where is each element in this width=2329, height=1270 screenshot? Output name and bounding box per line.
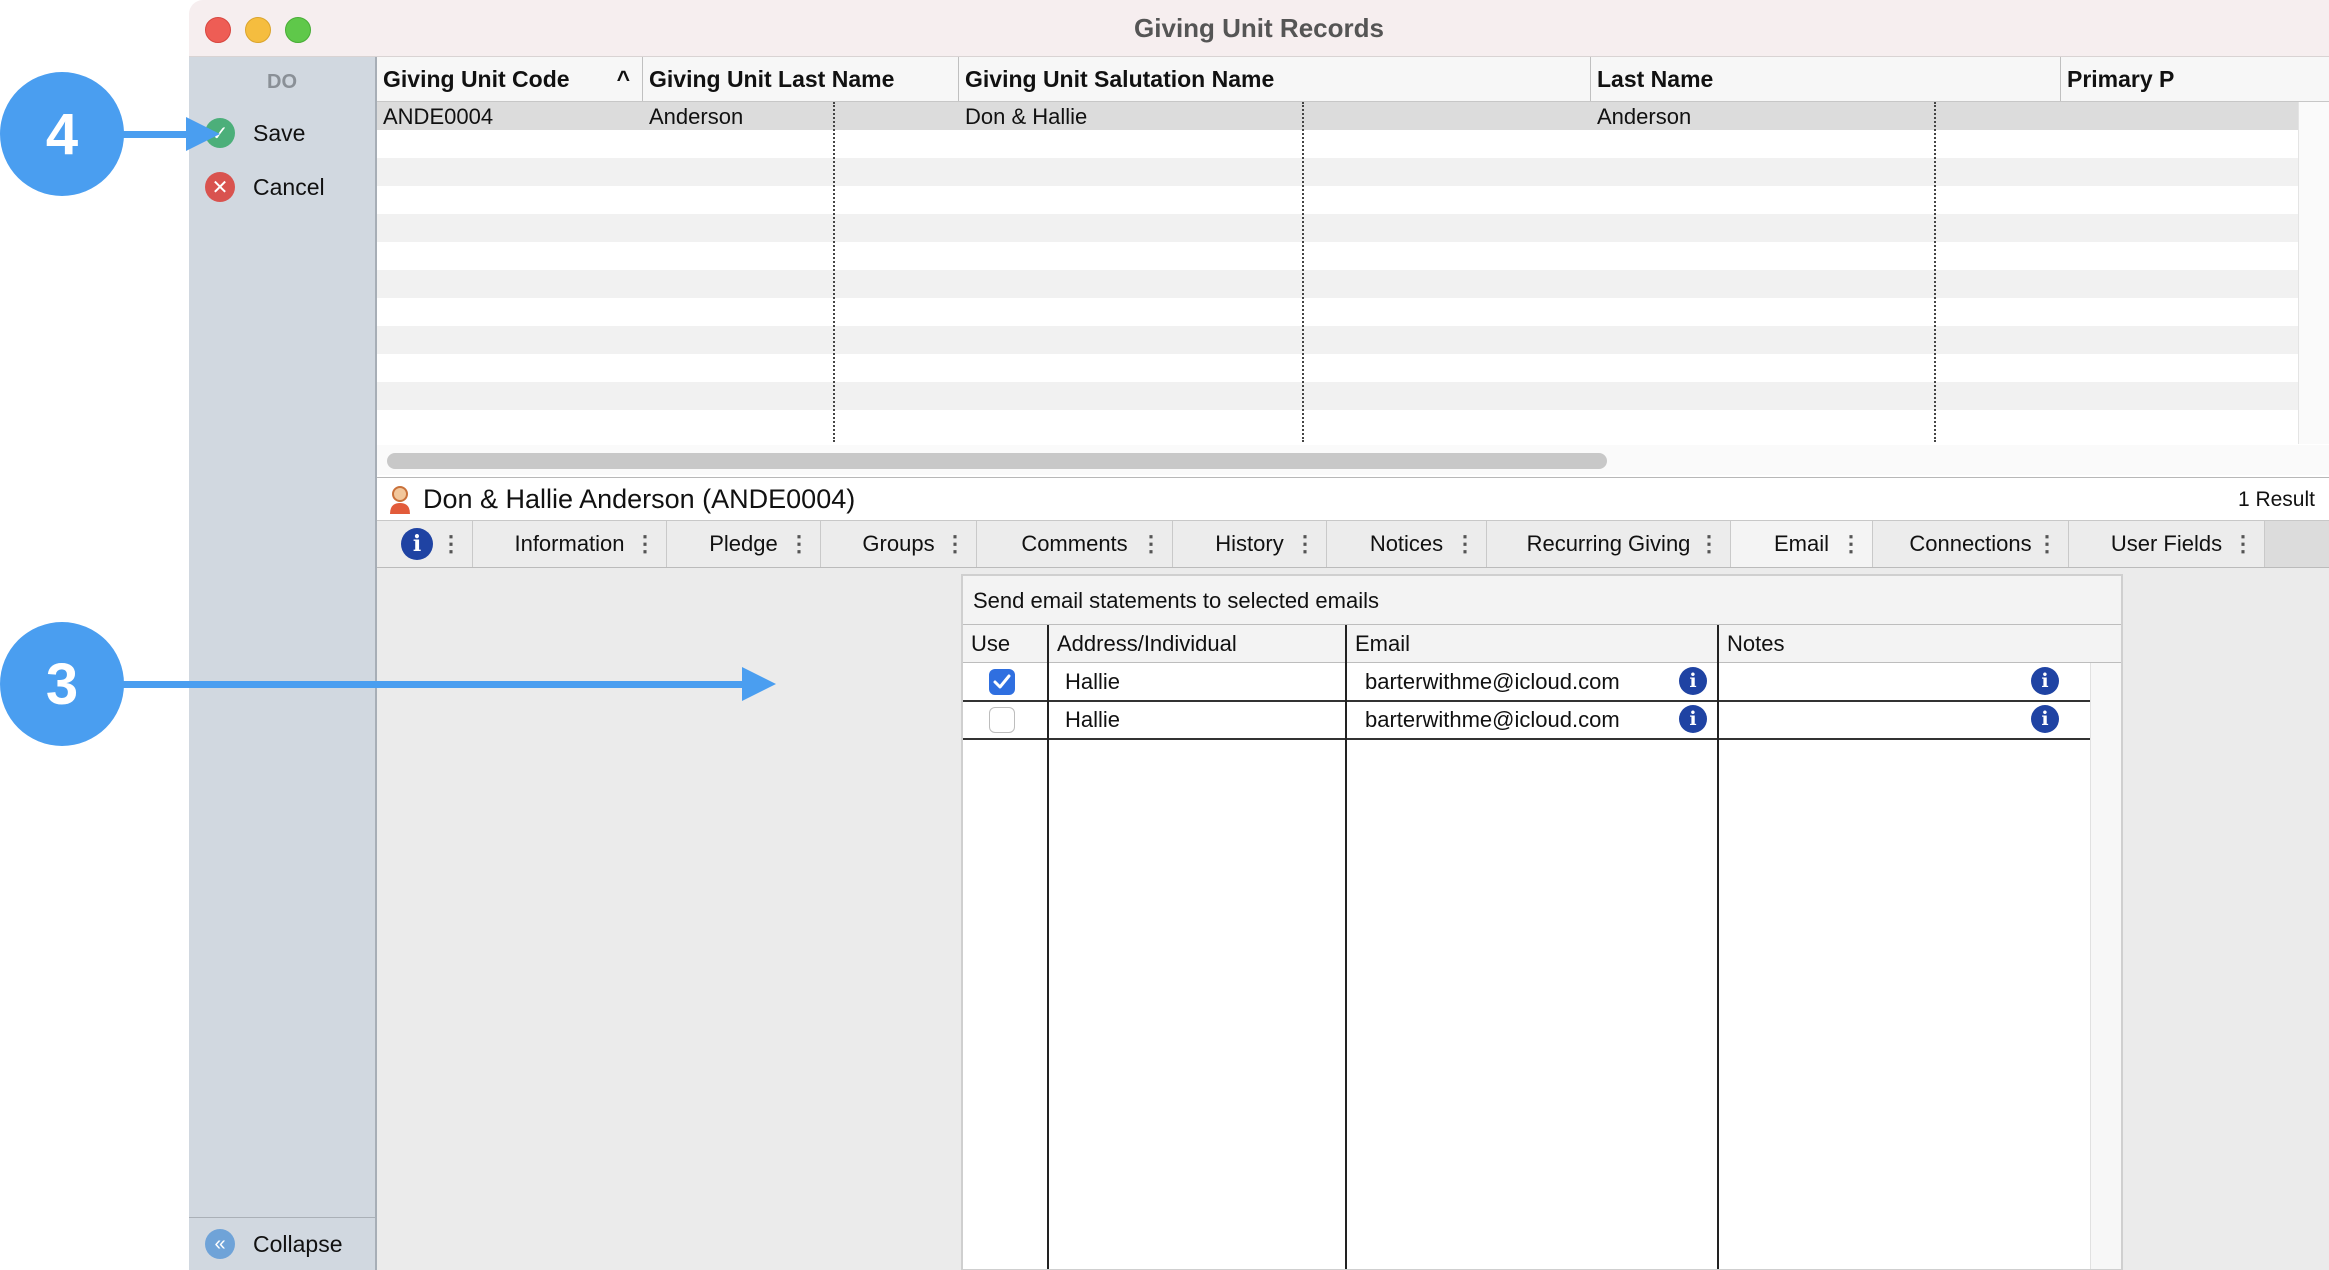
do-sidebar: DO ✓ Save ✕ Cancel « Collapse (189, 57, 377, 1270)
giving-units-grid: Giving Unit Code ^ Giving Unit Last Name… (377, 57, 2329, 479)
collapse-label: Collapse (253, 1230, 343, 1257)
window-title: Giving Unit Records (1134, 13, 1384, 43)
use-checkbox-unchecked[interactable] (989, 707, 1015, 733)
column-divider (833, 102, 835, 442)
tab-user-fields[interactable]: User Fields ⋮ (2069, 521, 2265, 567)
table-row[interactable]: ANDE0004 Anderson Don & Hallie Anderson (377, 102, 2329, 130)
tab-groups[interactable]: Groups ⋮ (821, 521, 977, 567)
cell-salutation: Don & Hallie (965, 104, 1088, 129)
save-label: Save (253, 119, 306, 146)
record-bar: Don & Hallie Anderson (ANDE0004) 1 Resul… (377, 478, 2329, 521)
tab-comments[interactable]: Comments ⋮ (977, 521, 1173, 567)
vertical-scrollbar[interactable] (2298, 102, 2329, 444)
email-tab-content: Send email statements to selected emails… (377, 568, 2329, 1270)
do-section-label: DO (267, 71, 297, 93)
close-icon: ✕ (205, 172, 235, 202)
email-info-icon[interactable]: i (1679, 667, 1707, 695)
title-bar: Giving Unit Records (189, 0, 2329, 57)
cell-last-name-2: Anderson (1597, 104, 1692, 129)
giving-unit-records-window: Giving Unit Records DO ✓ Save ✕ Cancel «… (189, 0, 2329, 1270)
step-3-badge: 3 (0, 622, 124, 746)
email-address[interactable]: barterwithme@icloud.com (1355, 702, 1620, 738)
step-4-arrow (120, 131, 190, 138)
cell-code: ANDE0004 (383, 104, 494, 129)
column-header-use[interactable]: Use (963, 625, 1049, 663)
tab-info[interactable]: i ⋮ (377, 521, 473, 567)
tab-connections[interactable]: Connections ⋮ (1873, 521, 2069, 567)
cancel-button[interactable]: ✕ Cancel (205, 167, 325, 207)
notes-info-icon[interactable]: i (2031, 705, 2059, 733)
double-chevron-left-icon: « (205, 1229, 235, 1259)
column-header-email[interactable]: Email (1347, 625, 1719, 663)
step-4-arrow-head (186, 117, 220, 151)
column-divider (1717, 625, 1719, 1269)
column-header-primary[interactable]: Primary P (2061, 57, 2329, 101)
email-row[interactable]: Hallie barterwithme@icloud.com i i (963, 664, 2091, 702)
column-divider (1047, 625, 1049, 1269)
individual-name: Hallie (1065, 707, 1121, 732)
use-checkbox-checked[interactable] (989, 669, 1015, 695)
column-divider (1934, 102, 1936, 442)
record-title: Don & Hallie Anderson (ANDE0004) (423, 484, 856, 514)
grid-rows: ANDE0004 Anderson Don & Hallie Anderson (377, 102, 2329, 442)
tab-recurring-giving[interactable]: Recurring Giving ⋮ (1487, 521, 1731, 567)
person-icon (387, 485, 413, 522)
notes-value[interactable] (1727, 702, 1737, 738)
horizontal-scrollbar[interactable] (387, 453, 1607, 469)
step-4-badge: 4 (0, 72, 124, 196)
tab-notices[interactable]: Notices ⋮ (1327, 521, 1487, 567)
step-3-arrow (120, 681, 746, 688)
email-statements-panel: Send email statements to selected emails… (961, 574, 2123, 1270)
column-header-address[interactable]: Address/Individual (1049, 625, 1347, 663)
tab-history[interactable]: History ⋮ (1173, 521, 1327, 567)
column-header-salutation-name[interactable]: Giving Unit Salutation Name (959, 57, 1591, 101)
result-count: 1 Result (2237, 488, 2315, 511)
email-address[interactable]: barterwithme@icloud.com (1355, 664, 1620, 700)
grid-header: Giving Unit Code ^ Giving Unit Last Name… (377, 57, 2329, 102)
tab-information[interactable]: Information ⋮ (473, 521, 667, 567)
column-header-giving-unit-code[interactable]: Giving Unit Code ^ (377, 57, 643, 101)
tab-email[interactable]: Email ⋮ (1731, 521, 1873, 567)
panel-title: Send email statements to selected emails (973, 588, 1379, 613)
email-row[interactable]: Hallie barterwithme@icloud.com i i (963, 702, 2091, 740)
email-table-scrollbar[interactable] (2090, 663, 2121, 1269)
save-button[interactable]: ✓ Save (205, 113, 305, 153)
collapse-button[interactable]: « Collapse (189, 1217, 375, 1270)
column-header-giving-unit-last-name[interactable]: Giving Unit Last Name (643, 57, 959, 101)
email-table: Use Address/Individual Email Notes Halli… (963, 624, 2121, 1269)
cancel-label: Cancel (253, 173, 325, 200)
column-divider (1345, 625, 1347, 1269)
step-3-arrow-head (742, 667, 776, 701)
record-tabs: i ⋮ Information ⋮ Pledge ⋮ Groups ⋮ Comment… (377, 521, 2329, 568)
individual-name: Hallie (1065, 669, 1121, 694)
column-header-last-name[interactable]: Last Name (1591, 57, 2061, 101)
column-divider (1302, 102, 1304, 442)
cell-last-name: Anderson (649, 104, 744, 129)
email-info-icon[interactable]: i (1679, 705, 1707, 733)
column-header-notes[interactable]: Notes (1719, 625, 2121, 663)
tab-pledge[interactable]: Pledge ⋮ (667, 521, 821, 567)
notes-info-icon[interactable]: i (2031, 667, 2059, 695)
notes-value[interactable] (1727, 664, 1737, 700)
sort-ascending-icon: ^ (616, 66, 630, 92)
info-icon: i (401, 528, 433, 560)
